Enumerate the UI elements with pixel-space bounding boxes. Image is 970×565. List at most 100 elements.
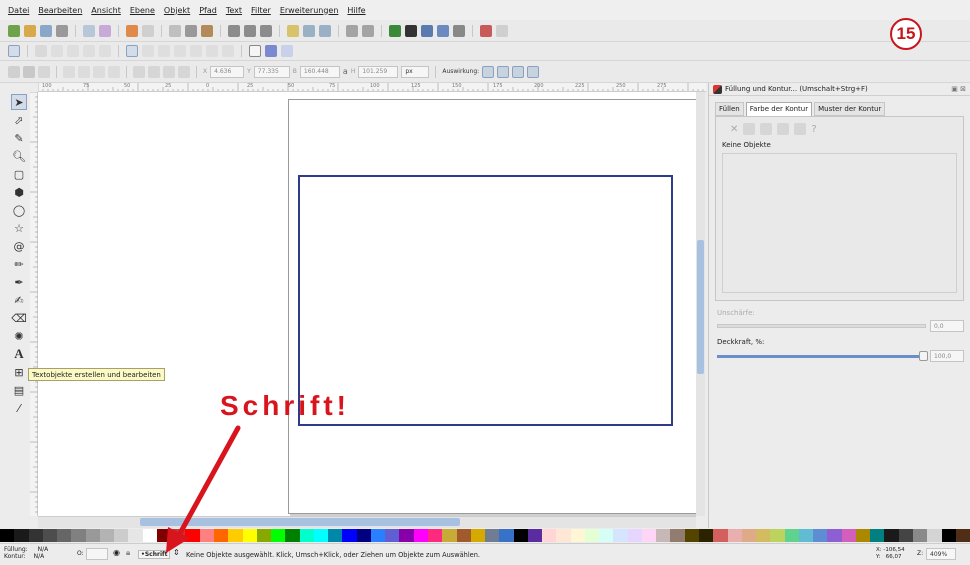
palette-swatch[interactable] <box>171 529 186 542</box>
menu-bearbeiten[interactable]: Bearbeiten <box>38 6 82 15</box>
flip-horizontal-icon[interactable] <box>93 65 105 78</box>
palette-swatch[interactable] <box>699 529 714 542</box>
palette-swatch[interactable] <box>42 529 58 542</box>
palette-swatch[interactable] <box>898 529 913 542</box>
eraser-tool-icon[interactable]: ⌫ <box>11 310 27 326</box>
palette-swatch[interactable] <box>855 529 871 542</box>
palette-swatch[interactable] <box>613 529 628 542</box>
palette-swatch[interactable] <box>14 529 29 542</box>
palette-swatch[interactable] <box>870 529 885 542</box>
print-icon[interactable] <box>56 24 68 37</box>
group-icon[interactable] <box>346 24 358 37</box>
menu-text[interactable]: Text <box>226 6 242 15</box>
palette-swatch[interactable] <box>0 529 15 542</box>
palette-swatch[interactable] <box>228 529 243 542</box>
rotate-ccw-icon[interactable] <box>63 65 75 78</box>
palette-swatch[interactable] <box>527 529 543 542</box>
palette-swatch[interactable] <box>941 529 956 542</box>
palette-swatch[interactable] <box>841 529 856 542</box>
palette-swatch[interactable] <box>684 529 700 542</box>
palette-swatch[interactable] <box>627 529 642 542</box>
snap-page-border-icon[interactable] <box>249 45 261 57</box>
snap-nodes-icon[interactable] <box>126 45 138 57</box>
palette-swatch[interactable] <box>85 529 100 542</box>
height-field[interactable]: 101.259 <box>358 65 399 78</box>
palette-swatch[interactable] <box>713 529 728 542</box>
scale-corners-icon[interactable] <box>497 65 510 78</box>
tab-stroke-style[interactable]: Muster der Kontur <box>814 102 886 116</box>
opacity-slider-handle[interactable] <box>919 350 928 361</box>
paste-icon[interactable] <box>201 24 213 37</box>
width-field[interactable]: 160.448 <box>299 65 340 78</box>
raise-to-top-icon[interactable] <box>133 65 145 78</box>
lower-to-bottom-icon[interactable] <box>178 65 190 78</box>
linear-gradient-icon[interactable] <box>760 123 773 135</box>
radial-gradient-icon[interactable] <box>777 123 790 135</box>
palette-swatch[interactable] <box>570 529 585 542</box>
horizontal-scrollbar-thumb[interactable] <box>140 518 460 526</box>
export-icon[interactable] <box>99 24 111 37</box>
palette-swatch[interactable] <box>385 529 400 542</box>
extension-icon[interactable] <box>496 24 508 37</box>
palette-swatch[interactable] <box>370 529 386 542</box>
pattern-icon[interactable] <box>794 123 807 135</box>
x-field[interactable]: 4.636 <box>210 65 245 78</box>
dropper-tool-icon[interactable]: ⁄ <box>11 400 27 416</box>
palette-swatch[interactable] <box>299 529 314 542</box>
palette-swatch[interactable] <box>213 529 229 542</box>
palette-swatch[interactable] <box>142 529 157 542</box>
palette-swatch[interactable] <box>413 529 428 542</box>
palette-swatch[interactable] <box>827 529 842 542</box>
palette-swatch[interactable] <box>513 529 528 542</box>
zoom-selection-icon[interactable] <box>228 24 240 37</box>
new-document-icon[interactable] <box>8 24 20 37</box>
scale-stroke-icon[interactable] <box>482 65 495 78</box>
palette-swatch[interactable] <box>656 529 671 542</box>
palette-swatch[interactable] <box>427 529 443 542</box>
palette-swatch[interactable] <box>156 529 172 542</box>
menu-hilfe[interactable]: Hilfe <box>347 6 365 15</box>
palette-swatch[interactable] <box>955 529 970 542</box>
zoom-page-icon[interactable] <box>260 24 272 37</box>
snap-bbox-icon[interactable] <box>35 45 47 57</box>
menu-objekt[interactable]: Objekt <box>164 6 190 15</box>
snap-smooth-nodes-icon[interactable] <box>190 45 202 57</box>
palette-swatch[interactable] <box>399 529 414 542</box>
snap-paths-icon[interactable] <box>142 45 154 57</box>
palette-swatch[interactable] <box>342 529 357 542</box>
layer-dropdown-icon[interactable]: ⇕ <box>173 548 180 557</box>
box3d-tool-icon[interactable]: ⬢ <box>11 184 27 200</box>
vertical-ruler[interactable] <box>30 91 38 516</box>
menu-ebene[interactable]: Ebene <box>130 6 155 15</box>
snap-midpoints-icon[interactable] <box>206 45 218 57</box>
palette-swatch[interactable] <box>741 529 757 542</box>
unset-paint-icon[interactable]: ? <box>811 124 816 135</box>
align-icon[interactable] <box>437 24 449 37</box>
fill-stroke-indicator[interactable]: Füllung: N/A Kontur: N/A <box>4 546 48 560</box>
vertical-scrollbar-thumb[interactable] <box>697 240 704 374</box>
palette-swatch[interactable] <box>256 529 272 542</box>
menu-ansicht[interactable]: Ansicht <box>91 6 121 15</box>
move-patterns-icon[interactable] <box>527 65 540 78</box>
select-all-layers-icon[interactable] <box>23 65 35 78</box>
snap-intersections-icon[interactable] <box>158 45 170 57</box>
spray-tool-icon[interactable]: ✺ <box>11 328 27 344</box>
lower-icon[interactable] <box>163 65 175 78</box>
menu-erweiterungen[interactable]: Erweiterungen <box>280 6 339 15</box>
palette-swatch[interactable] <box>670 529 685 542</box>
palette-swatch[interactable] <box>356 529 371 542</box>
snap-grid-icon[interactable] <box>265 45 277 57</box>
menu-pfad[interactable]: Pfad <box>199 6 217 15</box>
opacity-field[interactable]: 100,0 <box>930 350 964 362</box>
ungroup-icon[interactable] <box>362 24 374 37</box>
pencil-tool-icon[interactable]: ✏ <box>11 256 27 272</box>
current-layer-select[interactable]: •Schrift <box>138 550 171 559</box>
palette-swatch[interactable] <box>913 529 928 542</box>
palette-swatch[interactable] <box>442 529 457 542</box>
snap-guides-icon[interactable] <box>281 45 293 57</box>
save-icon[interactable] <box>40 24 52 37</box>
text-font-icon[interactable] <box>405 24 417 37</box>
menu-datei[interactable]: Datei <box>8 6 29 15</box>
rotate-cw-icon[interactable] <box>78 65 90 78</box>
pen-tool-icon[interactable]: ✒ <box>11 274 27 290</box>
